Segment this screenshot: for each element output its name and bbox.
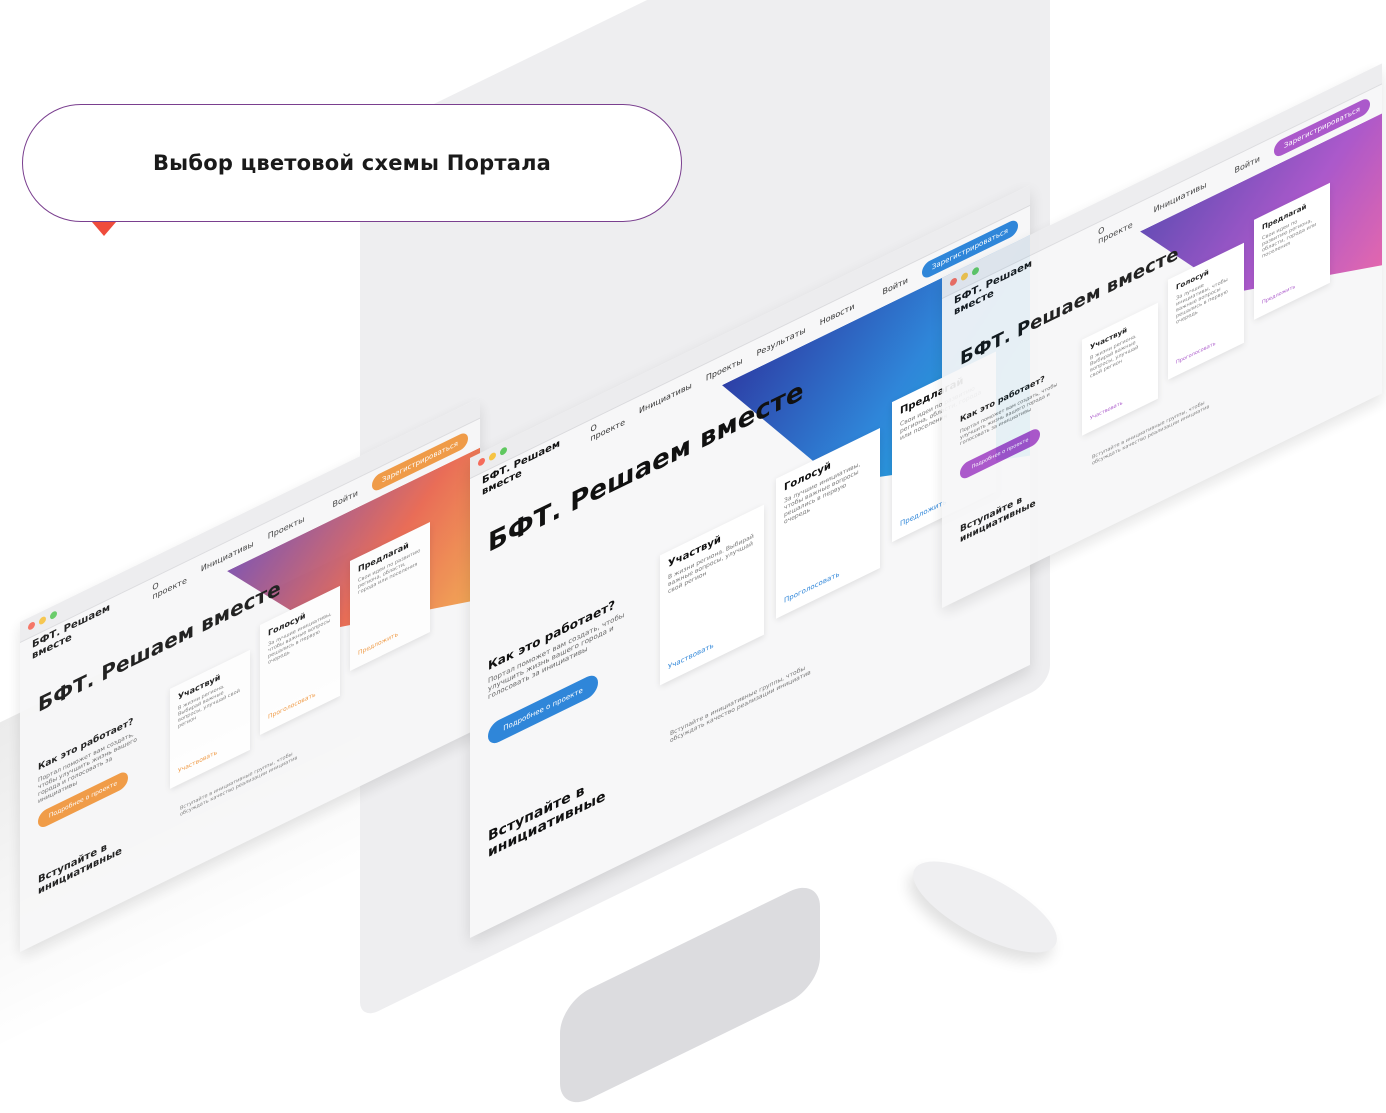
join-title: Вступайте в инициативные xyxy=(38,841,122,898)
join-title: Вступайте в инициативные xyxy=(488,782,606,862)
card-link[interactable]: Предложить xyxy=(358,631,398,658)
card-link[interactable]: Предложить xyxy=(1262,284,1295,306)
login-link[interactable]: Войти xyxy=(1234,153,1259,174)
card-link[interactable]: Участвовать xyxy=(668,641,714,671)
card-link[interactable]: Участвовать xyxy=(178,749,217,775)
card-link[interactable]: Участвовать xyxy=(1090,400,1123,422)
login-link[interactable]: Войти xyxy=(882,275,907,296)
monitor-stand xyxy=(560,876,820,1113)
card-link[interactable]: Проголосовать xyxy=(1176,341,1216,366)
card-link[interactable]: Проголосовать xyxy=(784,570,839,605)
title-bubble: Выбор цветовой схемы Портала xyxy=(22,104,682,222)
join-title: Вступайте в инициативные xyxy=(960,494,1036,546)
bubble-tail xyxy=(92,222,116,236)
login-link[interactable]: Войти xyxy=(332,488,357,509)
card-link[interactable]: Предложить xyxy=(900,498,947,529)
bubble-title: Выбор цветовой схемы Портала xyxy=(152,151,552,175)
card-link[interactable]: Проголосовать xyxy=(268,691,316,721)
mouse xyxy=(900,843,1070,971)
